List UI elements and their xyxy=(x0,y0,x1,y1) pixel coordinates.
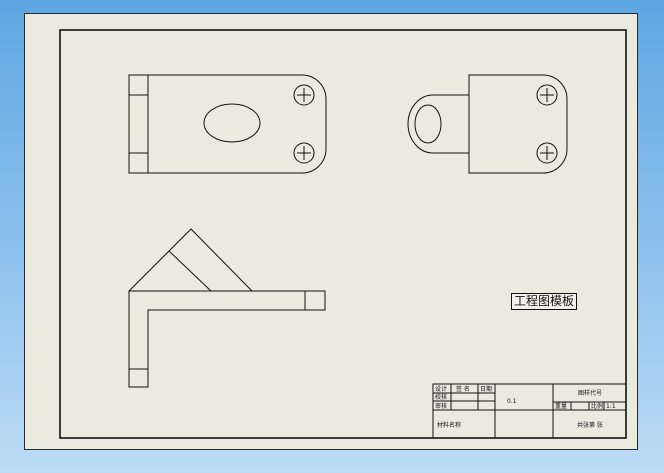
tb-date: 日期 xyxy=(480,385,492,393)
lug-hole xyxy=(414,104,442,144)
tb-ratio-value: 1:1 xyxy=(606,403,616,410)
tb-material: 材料名称 xyxy=(437,421,461,429)
tb-signature: 签 名 xyxy=(456,385,470,393)
tb-drawing-number: 图样代号 xyxy=(578,389,602,397)
slot-ellipse xyxy=(203,103,261,143)
tb-sheet-info: 共张第 张 xyxy=(577,421,603,429)
tb-check: 校核 xyxy=(435,393,447,401)
top-view[interactable] xyxy=(128,228,326,388)
tb-weight-label: 重量 xyxy=(555,402,567,410)
tb-ratio-label: 比例 xyxy=(591,402,603,410)
template-label[interactable]: 工程图模板 xyxy=(511,293,578,310)
drawing-sheet[interactable]: 设计 签 名 日期 校核 审核 0.1 图样代号 重量 比例 1:1 材料名称 … xyxy=(24,13,638,450)
inner-frame xyxy=(59,29,627,439)
tb-review: 审核 xyxy=(435,402,447,410)
side-view[interactable] xyxy=(407,74,568,174)
drawing-canvas[interactable]: 设计 签 名 日期 校核 审核 0.1 图样代号 重量 比例 1:1 材料名称 … xyxy=(25,14,639,451)
tb-design: 设计 xyxy=(435,385,447,393)
front-view[interactable] xyxy=(128,74,327,174)
tb-value: 0.1 xyxy=(507,398,517,405)
